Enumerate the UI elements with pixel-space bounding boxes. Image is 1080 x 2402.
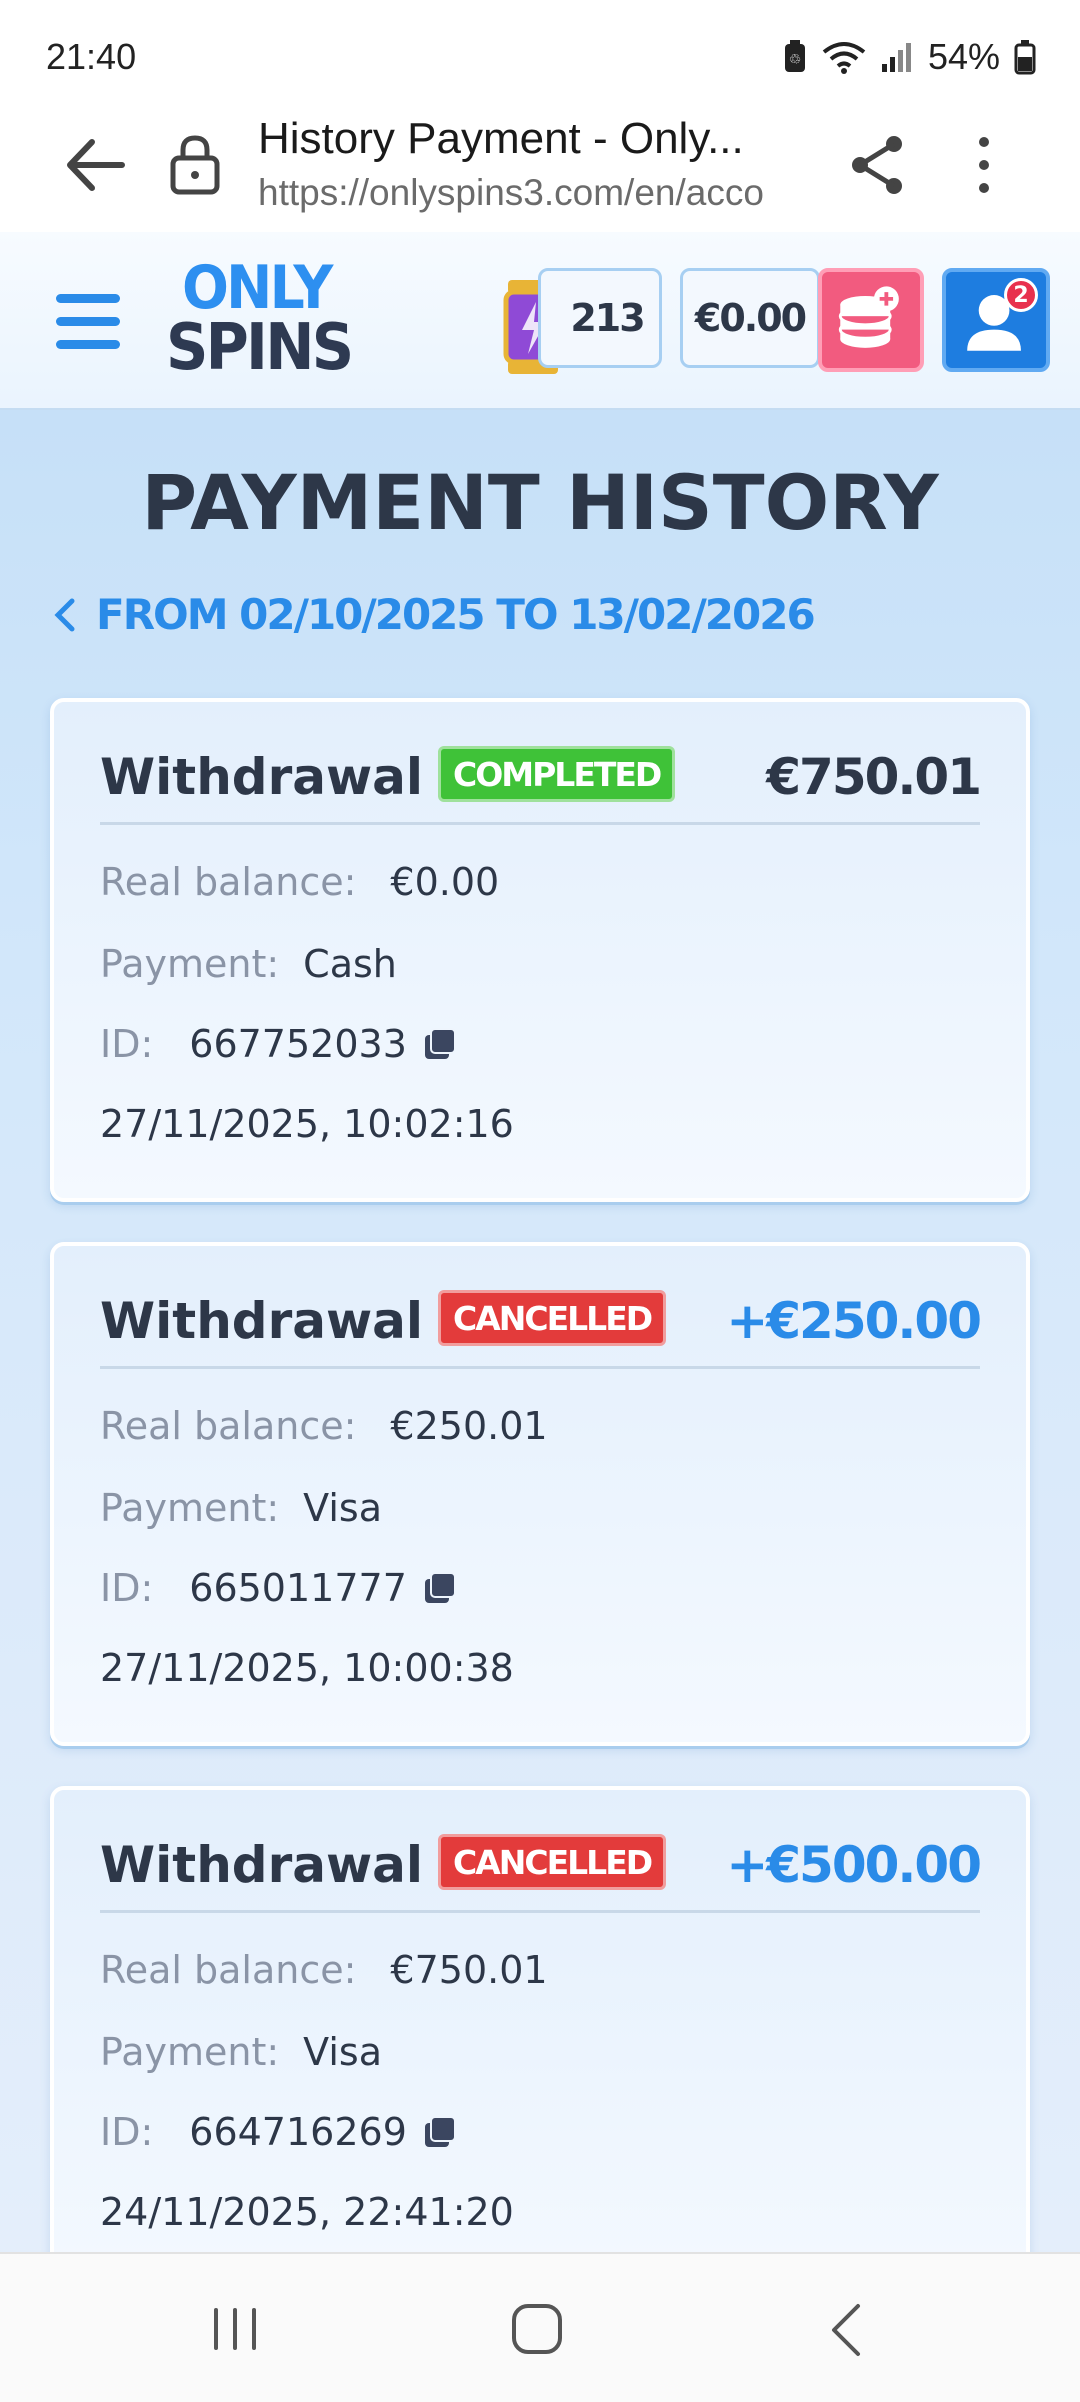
status-time: 21:40 [46,36,137,77]
profile-button[interactable]: 2 [942,268,1050,372]
id-label: ID: [100,2110,154,2154]
payment-label: Payment: [100,2030,280,2074]
transaction-id: 665011777 [189,1566,407,1610]
payment-method: Visa [303,1486,382,1530]
battery-saver-icon: ♲ [784,40,805,72]
transaction-card: Withdrawal COMPLETED €750.01 Real balanc… [50,698,1030,1202]
menu-icon[interactable] [56,294,120,350]
status-badge: CANCELLED [438,1290,667,1346]
transaction-amount: +€500.00 [726,1836,982,1894]
coins-add-icon [838,286,899,348]
main-content: PAYMENT HISTORY FROM 02/10/2025 TO 13/02… [0,410,1080,2252]
datetime-row: 24/11/2025, 22:41:20 [100,2190,514,2234]
status-badge: CANCELLED [438,1834,667,1890]
copy-icon[interactable] [423,2115,457,2149]
site-header: ONLY SPINS 213 €0.00 2 [0,232,1080,411]
logo-line2: SPINS [166,311,354,385]
battery-percent: 54% [927,36,1000,77]
real-balance-value: €750.01 [390,1948,548,1992]
payment-method: Cash [303,942,397,986]
real-balance-label: Real balance: [100,1948,357,1992]
balance-value: €0.00 [694,296,807,340]
transaction-datetime: 24/11/2025, 22:41:20 [100,2190,514,2234]
id-row: ID: 667752033 [100,1022,457,1066]
datetime-row: 27/11/2025, 10:02:16 [100,1102,514,1146]
real-balance-value: €250.01 [390,1404,548,1448]
deposit-button[interactable] [818,268,924,372]
home-icon[interactable] [510,2302,564,2356]
site-logo[interactable]: ONLY SPINS [160,254,360,394]
date-range-text: FROM 02/10/2025 TO 13/02/2026 [96,590,816,639]
status-icons: ♲ 54% [782,36,1036,78]
real-balance-row: Real balance: €0.00 [100,860,499,904]
browser-toolbar: History Payment - Only... https://onlysp… [0,110,1080,230]
payment-row: Payment: Visa [100,2030,382,2074]
page-tab-title[interactable]: History Payment - Only... [258,114,798,164]
wifi-icon [822,42,866,74]
copy-icon[interactable] [423,1571,457,1605]
transaction-id: 664716269 [189,2110,407,2154]
id-row: ID: 664716269 [100,2110,457,2154]
transaction-type: Withdrawal [100,748,424,806]
transaction-datetime: 27/11/2025, 10:02:16 [100,1102,514,1146]
status-bar: 21:40 ♲ 54% [0,0,1080,110]
transaction-id: 667752033 [189,1022,407,1066]
card-header: Withdrawal COMPLETED €750.01 [100,742,982,825]
chevron-left-icon [54,598,75,631]
signal-icon [881,43,911,72]
logo-line1: ONLY [182,253,333,323]
svg-text:♲: ♲ [789,52,802,68]
payment-row: Payment: Visa [100,1486,382,1530]
more-options-icon[interactable] [964,130,1004,200]
date-range-link[interactable]: FROM 02/10/2025 TO 13/02/2026 [52,590,816,639]
real-balance-label: Real balance: [100,860,357,904]
payment-label: Payment: [100,942,280,986]
share-icon[interactable] [846,130,910,200]
page-title: PAYMENT HISTORY [141,458,939,547]
battery-icon [1014,40,1036,75]
id-label: ID: [100,1566,154,1610]
card-header: Withdrawal CANCELLED +€500.00 [100,1830,982,1913]
spins-count: 213 [570,296,645,340]
transaction-card: Withdrawal CANCELLED +€500.00 Real balan… [50,1786,1030,2252]
transaction-amount: +€250.00 [726,1292,982,1350]
status-badge: COMPLETED [438,746,676,802]
payment-row: Payment: Cash [100,942,397,986]
real-balance-value: €0.00 [390,860,500,904]
real-balance-row: Real balance: €750.01 [100,1948,548,1992]
id-row: ID: 665011777 [100,1566,457,1610]
spins-counter[interactable]: 213 [538,268,662,368]
copy-icon[interactable] [423,1027,457,1061]
transaction-type: Withdrawal [100,1836,424,1894]
notification-badge: 2 [1004,278,1038,312]
transaction-datetime: 27/11/2025, 10:00:38 [100,1646,514,1690]
id-label: ID: [100,1022,154,1066]
transaction-card: Withdrawal CANCELLED +€250.00 Real balan… [50,1242,1030,1746]
transaction-type: Withdrawal [100,1292,424,1350]
recent-apps-icon[interactable] [210,2304,260,2354]
payment-method: Visa [303,2030,382,2074]
transaction-amount: €750.01 [766,748,982,806]
system-navigation-bar [0,2252,1080,2402]
datetime-row: 27/11/2025, 10:00:38 [100,1646,514,1690]
card-header: Withdrawal CANCELLED +€250.00 [100,1286,982,1369]
back-icon[interactable] [820,2300,870,2360]
balance-display[interactable]: €0.00 [680,268,820,368]
real-balance-label: Real balance: [100,1404,357,1448]
payment-label: Payment: [100,1486,280,1530]
lock-icon[interactable] [168,132,222,196]
url-field[interactable]: https://onlyspins3.com/en/acco [258,172,804,214]
back-arrow-icon[interactable] [60,130,130,200]
real-balance-row: Real balance: €250.01 [100,1404,548,1448]
